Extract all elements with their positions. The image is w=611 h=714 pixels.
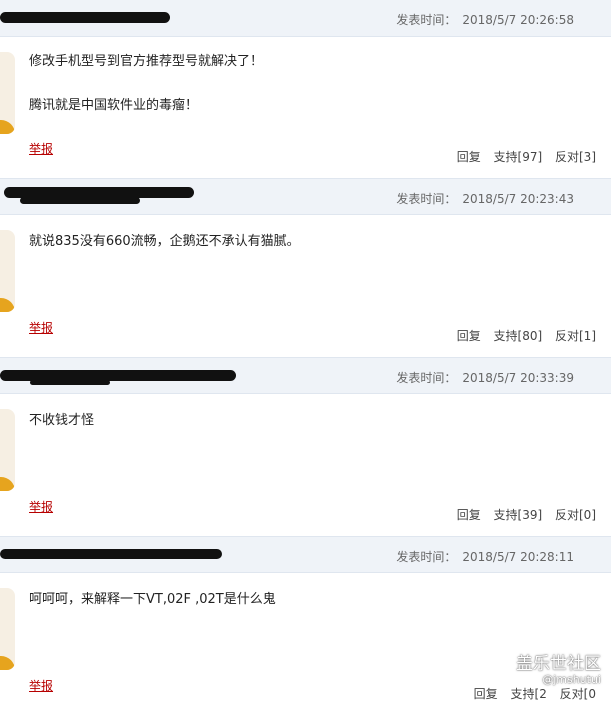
report-link[interactable]: 举报	[29, 498, 53, 515]
avatar[interactable]	[0, 409, 15, 491]
oppose-button[interactable]: 反对[0]	[555, 508, 596, 522]
report-link[interactable]: 举报	[29, 319, 53, 336]
post-time: 发表时间： 2018/5/7 20:23:43	[396, 192, 574, 206]
reply-button[interactable]: 回复	[457, 508, 481, 522]
comment-actions: 回复 支持[2 反对[0	[465, 685, 596, 702]
avatar[interactable]	[0, 52, 15, 134]
comment-header: 发表时间： 2018/5/7 20:33:39	[0, 357, 611, 394]
support-button[interactable]: 支持[97]	[494, 150, 543, 164]
post-time: 发表时间： 2018/5/7 20:26:58	[396, 13, 574, 27]
oppose-button[interactable]: 反对[1]	[555, 329, 596, 343]
redacted-username	[0, 549, 222, 559]
watermark-handle: @jmshutui	[542, 673, 601, 686]
redacted-username	[0, 12, 170, 23]
avatar[interactable]	[0, 588, 15, 670]
redacted-username	[30, 380, 110, 385]
comment-text: 就说835没有660流畅，企鹅还不承认有猫腻。	[29, 234, 300, 249]
watermark: 盖乐世社区 @jmshutui	[516, 655, 601, 686]
comment-actions: 回复 支持[39] 反对[0]	[448, 506, 596, 523]
reply-button[interactable]: 回复	[457, 329, 481, 343]
support-button[interactable]: 支持[39]	[494, 508, 543, 522]
comment-header: 发表时间： 2018/5/7 20:23:43	[0, 178, 611, 215]
watermark-title: 盖乐世社区	[516, 654, 601, 674]
support-button[interactable]: 支持[2	[511, 687, 547, 701]
reply-button[interactable]: 回复	[474, 687, 498, 701]
comment-header: 发表时间： 2018/5/7 20:26:58	[0, 0, 611, 37]
oppose-button[interactable]: 反对[0	[560, 687, 596, 701]
comment-text: 不收钱才怪	[29, 413, 95, 428]
post-time: 发表时间： 2018/5/7 20:28:11	[396, 550, 574, 564]
post-time: 发表时间： 2018/5/7 20:33:39	[396, 371, 574, 385]
comment-header: 发表时间： 2018/5/7 20:28:11	[0, 536, 611, 573]
report-link[interactable]: 举报	[29, 677, 53, 694]
comment-text: 腾讯就是中国软件业的毒瘤！	[29, 98, 199, 113]
oppose-button[interactable]: 反对[3]	[555, 150, 596, 164]
comment-text: 修改手机型号到官方推荐型号就解决了！	[29, 54, 264, 69]
report-link[interactable]: 举报	[29, 140, 53, 157]
avatar[interactable]	[0, 230, 15, 312]
redacted-username	[20, 197, 140, 204]
reply-button[interactable]: 回复	[457, 150, 481, 164]
comment-actions: 回复 支持[80] 反对[1]	[448, 327, 596, 344]
comment-actions: 回复 支持[97] 反对[3]	[448, 148, 596, 165]
comment-text: 呵呵呵，来解释一下VT,02F ,02T是什么鬼	[29, 592, 276, 607]
support-button[interactable]: 支持[80]	[494, 329, 543, 343]
